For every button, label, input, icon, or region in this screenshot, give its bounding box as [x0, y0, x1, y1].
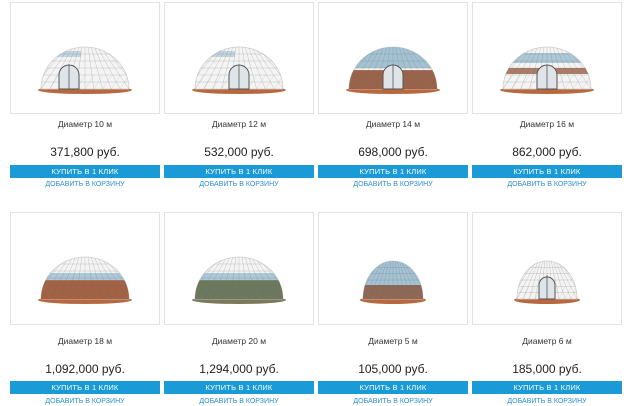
add-to-cart-link[interactable]: ДОБАВИТЬ В КОРЗИНУ	[472, 398, 622, 405]
dome-illustration	[346, 46, 440, 94]
buy-one-click-button[interactable]: КУПИТЬ В 1 КЛИК	[10, 381, 160, 394]
product-price: 1,294,000 руб.	[199, 362, 279, 376]
dome-illustration	[500, 46, 594, 94]
product-image[interactable]	[10, 2, 160, 114]
dome-illustration	[192, 256, 286, 304]
product-image[interactable]	[472, 2, 622, 114]
buy-one-click-button[interactable]: КУПИТЬ В 1 КЛИК	[318, 165, 468, 178]
product-title[interactable]: Диаметр 6 м	[472, 336, 622, 346]
product-title[interactable]: Диаметр 5 м	[318, 336, 468, 346]
product-title[interactable]: Диаметр 16 м	[472, 119, 622, 129]
product-price: 185,000 руб.	[512, 362, 582, 376]
buy-one-click-button[interactable]: КУПИТЬ В 1 КЛИК	[164, 381, 314, 394]
product-image[interactable]	[164, 2, 314, 114]
product-image[interactable]	[10, 212, 160, 325]
add-to-cart-link[interactable]: ДОБАВИТЬ В КОРЗИНУ	[318, 398, 468, 405]
product-price: 698,000 руб.	[358, 145, 428, 159]
add-to-cart-link[interactable]: ДОБАВИТЬ В КОРЗИНУ	[318, 181, 468, 188]
product-image[interactable]	[472, 212, 622, 325]
add-to-cart-link[interactable]: ДОБАВИТЬ В КОРЗИНУ	[164, 398, 314, 405]
buy-one-click-button[interactable]: КУПИТЬ В 1 КЛИК	[164, 165, 314, 178]
product-grid: Диаметр 10 м 371,800 руб. КУПИТЬ В 1 КЛИ…	[0, 0, 640, 406]
add-to-cart-link[interactable]: ДОБАВИТЬ В КОРЗИНУ	[10, 398, 160, 405]
product-price: 371,800 руб.	[50, 145, 120, 159]
add-to-cart-link[interactable]: ДОБАВИТЬ В КОРЗИНУ	[10, 181, 160, 188]
add-to-cart-link[interactable]: ДОБАВИТЬ В КОРЗИНУ	[472, 181, 622, 188]
product-image[interactable]	[318, 212, 468, 325]
product-price: 105,000 руб.	[358, 362, 428, 376]
product-price: 862,000 руб.	[512, 145, 582, 159]
dome-illustration	[360, 260, 426, 304]
buy-one-click-button[interactable]: КУПИТЬ В 1 КЛИК	[10, 165, 160, 178]
product-title[interactable]: Диаметр 12 м	[164, 119, 314, 129]
product-price: 532,000 руб.	[204, 145, 274, 159]
product-title[interactable]: Диаметр 18 м	[10, 336, 160, 346]
dome-illustration	[514, 260, 580, 304]
dome-illustration	[192, 46, 286, 94]
product-title[interactable]: Диаметр 20 м	[164, 336, 314, 346]
product-title[interactable]: Диаметр 10 м	[10, 119, 160, 129]
product-image[interactable]	[318, 2, 468, 114]
buy-one-click-button[interactable]: КУПИТЬ В 1 КЛИК	[472, 165, 622, 178]
dome-illustration	[38, 256, 132, 304]
product-price: 1,092,000 руб.	[45, 362, 125, 376]
product-title[interactable]: Диаметр 14 м	[318, 119, 468, 129]
dome-illustration	[38, 46, 132, 94]
add-to-cart-link[interactable]: ДОБАВИТЬ В КОРЗИНУ	[164, 181, 314, 188]
buy-one-click-button[interactable]: КУПИТЬ В 1 КЛИК	[472, 381, 622, 394]
product-image[interactable]	[164, 212, 314, 325]
buy-one-click-button[interactable]: КУПИТЬ В 1 КЛИК	[318, 381, 468, 394]
